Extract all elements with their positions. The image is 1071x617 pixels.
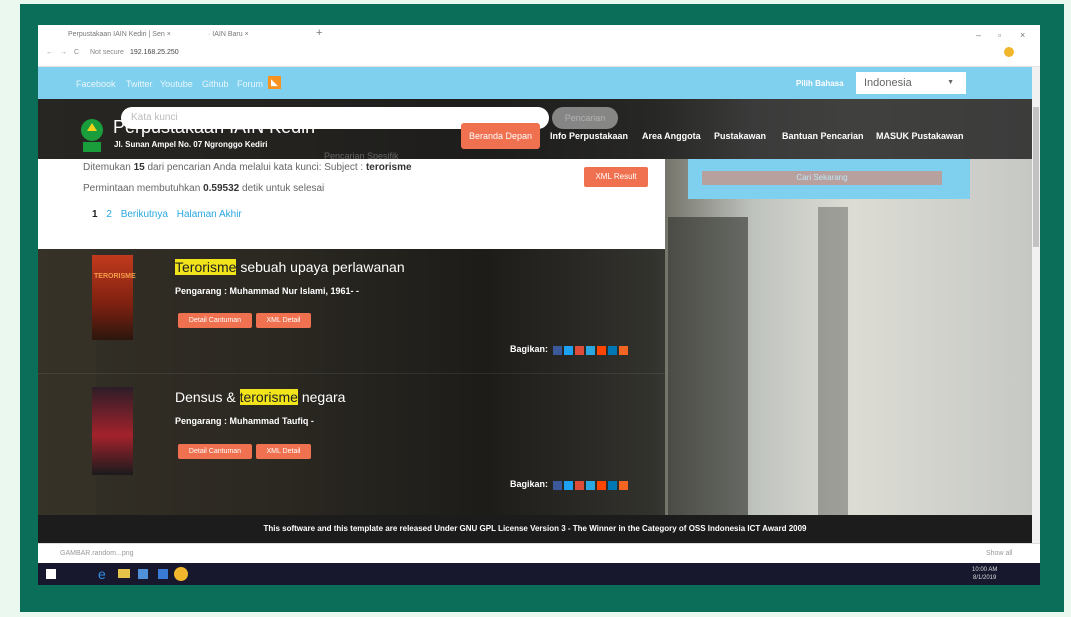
os-taskbar: e 10:00 AM 8/1/2019 bbox=[38, 563, 1040, 585]
nav-link-forum[interactable]: Forum bbox=[237, 79, 263, 89]
url-text[interactable]: 192.168.25.250 bbox=[130, 49, 179, 56]
detail-button[interactable]: Detail Cantuman bbox=[178, 444, 252, 459]
rss-icon[interactable]: ◣ bbox=[268, 76, 281, 89]
result-author: Pengarang : Muhammad Taufiq - bbox=[175, 416, 314, 426]
minimize-icon[interactable]: – bbox=[976, 29, 981, 41]
windows-start-icon[interactable] bbox=[46, 569, 56, 579]
shelf-shape bbox=[818, 207, 848, 547]
scrollbar-thumb[interactable] bbox=[1033, 107, 1039, 247]
stumbleupon-icon[interactable] bbox=[619, 481, 628, 490]
detail-button[interactable]: Detail Cantuman bbox=[178, 313, 252, 328]
delicious-icon[interactable] bbox=[586, 346, 595, 355]
list-item: Densus & terorisme negara Pengarang : Mu… bbox=[38, 377, 665, 515]
social-nav-bar: Facebook Twitter Youtube Github Forum ◣ … bbox=[38, 67, 1032, 99]
facebook-icon[interactable] bbox=[553, 346, 562, 355]
back-icon[interactable]: ← bbox=[46, 49, 53, 56]
download-item[interactable]: GAMBAR.random...png bbox=[60, 550, 134, 557]
delicious-icon[interactable] bbox=[586, 481, 595, 490]
address-bar[interactable]: ← → C Not secure 192.168.25.250 bbox=[38, 44, 1040, 67]
web-page: Facebook Twitter Youtube Github Forum ◣ … bbox=[38, 67, 1032, 549]
google-plus-icon[interactable] bbox=[575, 346, 584, 355]
xml-result-button[interactable]: XML Result bbox=[584, 167, 648, 187]
screen: Perpustakaan IAIN Kediri | Sen × · IAIN … bbox=[38, 25, 1040, 585]
close-icon[interactable]: × bbox=[1020, 29, 1025, 41]
book-cover-image[interactable]: TERORISME bbox=[92, 255, 136, 340]
search-summary: Ditemukan 15 dari pencarian Anda melalui… bbox=[38, 159, 665, 249]
reddit-icon[interactable] bbox=[597, 346, 606, 355]
taskbar-clock[interactable]: 10:00 AM 8/1/2019 bbox=[972, 566, 997, 582]
xml-detail-button[interactable]: XML Detail bbox=[256, 444, 311, 459]
file-explorer-icon[interactable] bbox=[118, 569, 130, 578]
google-plus-icon[interactable] bbox=[575, 481, 584, 490]
page-current: 1 bbox=[92, 209, 98, 220]
language-select[interactable]: Indonesia ▼ bbox=[856, 72, 966, 94]
stumbleupon-icon[interactable] bbox=[619, 346, 628, 355]
language-value: Indonesia bbox=[864, 77, 912, 89]
nav-link-github[interactable]: Github bbox=[202, 79, 229, 89]
menu-info-perpustakaan[interactable]: Info Perpustakaan bbox=[550, 131, 628, 141]
tab-perpustakaan[interactable]: Perpustakaan IAIN Kediri | Sen × bbox=[68, 29, 171, 41]
result-title[interactable]: Terorisme sebuah upaya perlawanan bbox=[175, 259, 405, 275]
facebook-icon[interactable] bbox=[553, 481, 562, 490]
xml-detail-button[interactable]: XML Detail bbox=[256, 313, 311, 328]
clock-time: 10:00 AM bbox=[972, 567, 998, 573]
twitter-icon[interactable] bbox=[564, 346, 573, 355]
maximize-icon[interactable]: ▫ bbox=[998, 29, 1001, 41]
list-item: TERORISME Terorisme sebuah upaya perlawa… bbox=[38, 249, 665, 374]
share-label: Bagikan: bbox=[510, 344, 549, 354]
shelf-shape bbox=[668, 217, 748, 517]
new-tab-icon[interactable]: + bbox=[316, 27, 322, 39]
pagination: 1 2 Berikutnya Halaman Akhir bbox=[92, 209, 242, 220]
reddit-icon[interactable] bbox=[597, 481, 606, 490]
search-help-panel: Cari Sekarang bbox=[688, 159, 970, 199]
menu-area-anggota[interactable]: Area Anggota bbox=[642, 131, 701, 141]
nav-link-youtube[interactable]: Youtube bbox=[160, 79, 193, 89]
app-icon[interactable] bbox=[158, 569, 168, 579]
url-security: Not secure bbox=[90, 49, 124, 56]
book-cover-image[interactable] bbox=[92, 387, 133, 475]
tab-label: Perpustakaan IAIN Kediri | Sen bbox=[68, 31, 165, 38]
search-placeholder: Kata kunci bbox=[131, 112, 178, 123]
menu-pustakawan[interactable]: Pustakawan bbox=[714, 131, 766, 141]
scrollbar[interactable] bbox=[1032, 67, 1040, 549]
next-page-link[interactable]: Berikutnya bbox=[121, 209, 168, 220]
result-title[interactable]: Densus & terorisme negara bbox=[175, 389, 345, 405]
logo-icon bbox=[81, 119, 103, 152]
browser-tab-bar: Perpustakaan IAIN Kediri | Sen × · IAIN … bbox=[38, 25, 1040, 44]
reload-icon[interactable]: C bbox=[74, 49, 79, 56]
nav-link-facebook[interactable]: Facebook bbox=[76, 79, 116, 89]
cover-text: TERORISME bbox=[94, 273, 136, 280]
chevron-down-icon: ▼ bbox=[947, 79, 954, 86]
last-page-link[interactable]: Halaman Akhir bbox=[177, 209, 242, 220]
linkedin-icon[interactable] bbox=[608, 346, 617, 355]
query-time-text: Permintaan membutuhkan 0.59532 detik unt… bbox=[83, 183, 325, 194]
clock-date: 8/1/2019 bbox=[973, 575, 997, 581]
menu-beranda-depan[interactable]: Beranda Depan bbox=[461, 123, 540, 149]
menu-masuk-pustakawan[interactable]: MASUK Pustakawan bbox=[876, 131, 964, 141]
edge-browser-icon[interactable]: e bbox=[98, 566, 106, 582]
results-count-text: Ditemukan 15 dari pencarian Anda melalui… bbox=[83, 162, 412, 173]
share-label: Bagikan: bbox=[510, 479, 549, 489]
site-address: Jl. Sunan Ampel No. 07 Ngronggo Kediri bbox=[114, 140, 268, 149]
tab-label: IAIN Baru bbox=[212, 31, 243, 38]
store-icon[interactable] bbox=[138, 569, 148, 579]
tab-iain-baru[interactable]: · IAIN Baru × bbox=[208, 29, 249, 41]
search-now-button[interactable]: Cari Sekarang bbox=[702, 171, 942, 185]
result-author: Pengarang : Muhammad Nur Islami, 1961- - bbox=[175, 286, 360, 296]
chrome-icon[interactable] bbox=[174, 567, 188, 581]
nav-link-twitter[interactable]: Twitter bbox=[126, 79, 153, 89]
language-label: Pilih Bahasa bbox=[796, 79, 844, 88]
profile-icon[interactable] bbox=[1004, 47, 1014, 57]
search-button[interactable]: Pencarian bbox=[552, 107, 618, 129]
download-bar: GAMBAR.random...png Show all bbox=[38, 543, 1040, 564]
menu-bantuan-pencarian[interactable]: Bantuan Pencarian bbox=[782, 131, 864, 141]
site-logo bbox=[78, 117, 106, 153]
result-list: TERORISME Terorisme sebuah upaya perlawa… bbox=[38, 249, 665, 515]
show-all-link[interactable]: Show all bbox=[986, 550, 1012, 557]
page-2-link[interactable]: 2 bbox=[106, 209, 112, 220]
twitter-icon[interactable] bbox=[564, 481, 573, 490]
forward-icon[interactable]: → bbox=[60, 49, 67, 56]
linkedin-icon[interactable] bbox=[608, 481, 617, 490]
